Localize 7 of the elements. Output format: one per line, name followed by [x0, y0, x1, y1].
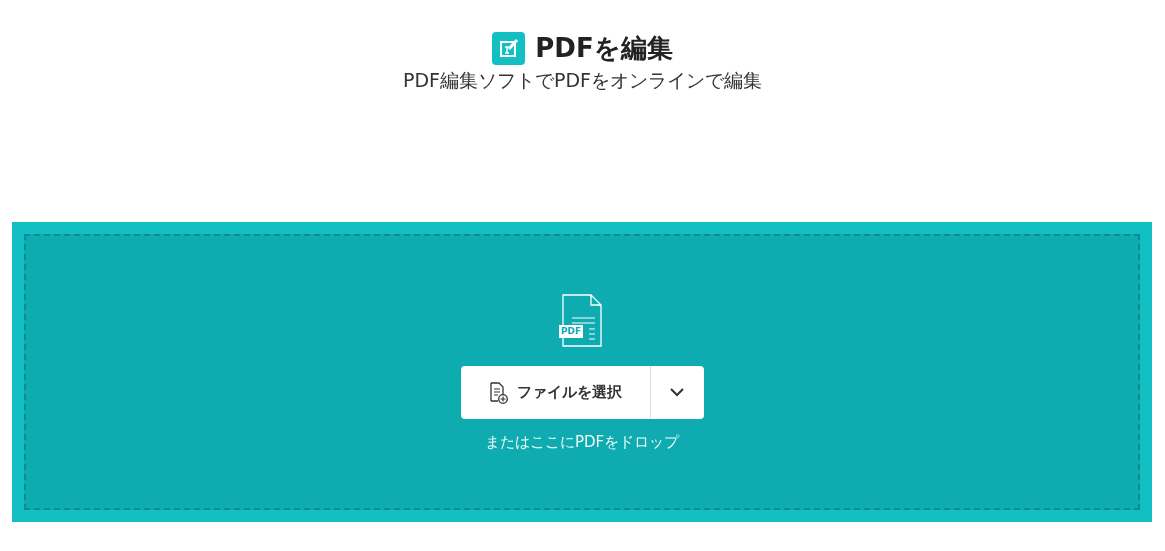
drop-zone[interactable]: PDF ファイルを選択 またはここにPDFをドロップ	[12, 222, 1152, 522]
file-add-icon	[488, 381, 509, 404]
chevron-down-icon	[670, 388, 684, 397]
page-subtitle: PDF編集ソフトでPDFをオンラインで編集	[402, 68, 762, 93]
drop-hint: またはここにPDFをドロップ	[484, 433, 680, 452]
edit-icon	[492, 32, 526, 65]
page-title: PDFを編集	[535, 32, 673, 65]
